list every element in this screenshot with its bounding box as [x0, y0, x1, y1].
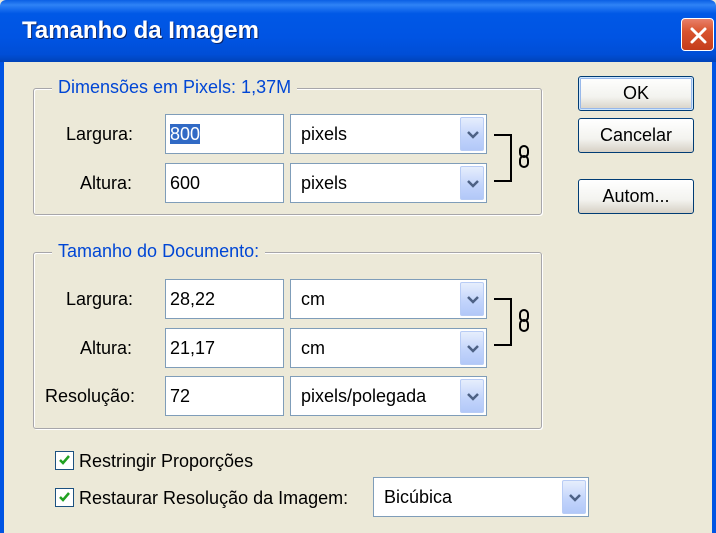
doc-height-label: Altura:	[80, 338, 133, 358]
ok-button[interactable]: OK	[578, 76, 694, 111]
resample-image-checkbox[interactable]	[55, 488, 74, 507]
pixel-height-unit-select[interactable]: pixels	[290, 163, 487, 203]
resolution-unit-select[interactable]: pixels/polegada	[290, 376, 487, 416]
doc-width-input[interactable]: 28,22	[165, 279, 284, 319]
doc-width-label: Largura:	[66, 289, 134, 309]
constrain-bracket	[494, 298, 512, 346]
window-frame-left	[0, 62, 4, 533]
pixel-width-input[interactable]: 800	[165, 114, 284, 154]
chevron-down-icon	[467, 180, 479, 188]
pixel-dimensions-legend: Dimensões em Pixels: 1,37M	[52, 77, 298, 98]
doc-height-input[interactable]: 21,17	[165, 328, 284, 368]
dropdown-button[interactable]	[460, 166, 484, 200]
chevron-down-icon	[467, 131, 479, 139]
pixel-height-value: 600	[170, 173, 201, 193]
dropdown-button[interactable]	[460, 379, 484, 413]
doc-height-unit-value: cm	[301, 338, 325, 358]
chevron-down-icon	[467, 345, 479, 353]
window-title: Tamanho da Imagem	[22, 17, 259, 44]
pixel-height-input[interactable]: 600	[165, 163, 284, 203]
close-button[interactable]	[681, 18, 714, 51]
document-size-legend: Tamanho do Documento:	[52, 241, 266, 262]
doc-height-value: 21,17	[170, 338, 216, 358]
resample-method-select[interactable]: Bicúbica	[373, 477, 589, 517]
dropdown-button[interactable]	[460, 282, 484, 316]
doc-width-unit-value: cm	[301, 289, 325, 309]
chevron-down-icon	[467, 393, 479, 401]
constrain-proportions-label[interactable]: Restringir Proporções	[79, 451, 253, 472]
resolution-value: 72	[170, 386, 191, 406]
auto-button[interactable]: Autom...	[578, 179, 694, 214]
constrain-proportions-checkbox[interactable]	[55, 451, 74, 470]
dropdown-button[interactable]	[562, 480, 586, 514]
pixel-width-unit-select[interactable]: pixels	[290, 114, 487, 154]
close-icon	[690, 27, 707, 44]
pixel-height-unit-value: pixels	[301, 173, 348, 193]
constrain-bracket	[494, 134, 512, 182]
dropdown-button[interactable]	[460, 117, 484, 151]
pixel-width-unit-value: pixels	[301, 124, 348, 144]
chevron-down-icon	[467, 296, 479, 304]
chain-link-icon	[519, 145, 529, 168]
chain-link-icon	[519, 309, 529, 332]
dropdown-button[interactable]	[460, 331, 484, 365]
chevron-down-icon	[569, 494, 581, 502]
resolution-label: Resolução:	[45, 386, 136, 406]
title-bar[interactable]: Tamanho da Imagem	[0, 0, 716, 62]
checkmark-icon	[59, 455, 70, 465]
doc-width-value: 28,22	[170, 289, 216, 309]
window-frame-right	[712, 62, 716, 533]
doc-width-unit-select[interactable]: cm	[290, 279, 487, 319]
pixel-height-label: Altura:	[80, 173, 133, 193]
pixel-width-value: 800	[170, 124, 201, 144]
resample-method-value: Bicúbica	[384, 487, 453, 507]
doc-height-unit-select[interactable]: cm	[290, 328, 487, 368]
cancel-button[interactable]: Cancelar	[578, 118, 694, 153]
resolution-unit-value: pixels/polegada	[301, 386, 427, 406]
pixel-width-label: Largura:	[66, 124, 134, 144]
resolution-input[interactable]: 72	[165, 376, 284, 416]
resample-image-label[interactable]: Restaurar Resolução da Imagem:	[79, 488, 348, 509]
checkmark-icon	[59, 492, 70, 502]
